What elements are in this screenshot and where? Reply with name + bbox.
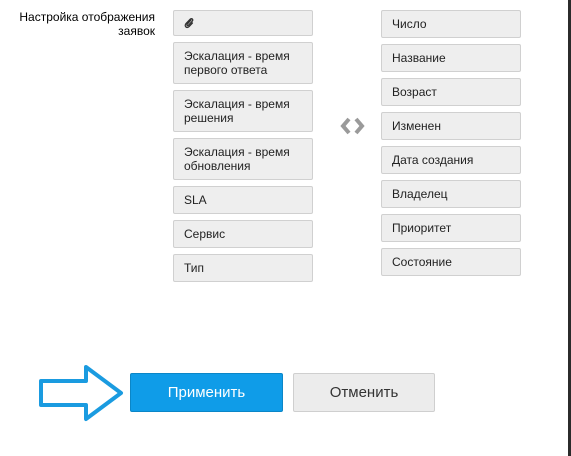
selected-column-state[interactable]: Состояние <box>381 248 521 276</box>
apply-button[interactable]: Применить <box>130 373 283 412</box>
available-column-type[interactable]: Тип <box>173 254 313 282</box>
selected-column-number[interactable]: Число <box>381 10 521 38</box>
pointer-arrow-icon <box>39 365 123 421</box>
available-column-escalation-solution[interactable]: Эскалация - время решения <box>173 90 313 132</box>
available-column-escalation-update[interactable]: Эскалация - время обновления <box>173 138 313 180</box>
selected-column-owner[interactable]: Владелец <box>381 180 521 208</box>
swap-arrows-icon <box>340 117 365 135</box>
settings-label: Настройка отображения заявок <box>19 10 155 38</box>
available-column-escalation-first-response[interactable]: Эскалация - время первого ответа <box>173 42 313 84</box>
selected-column-changed[interactable]: Изменен <box>381 112 521 140</box>
selected-column-priority[interactable]: Приоритет <box>381 214 521 242</box>
paperclip-icon <box>184 17 194 29</box>
selected-column-age[interactable]: Возраст <box>381 78 521 106</box>
available-column-attachment[interactable] <box>173 10 313 36</box>
selected-column-title[interactable]: Название <box>381 44 521 72</box>
available-column-sla[interactable]: SLA <box>173 186 313 214</box>
cancel-button[interactable]: Отменить <box>293 373 435 412</box>
available-column-service[interactable]: Сервис <box>173 220 313 248</box>
available-columns-list: Эскалация - время первого ответа Эскалац… <box>173 10 313 282</box>
selected-columns-list: Число Название Возраст Изменен Дата созд… <box>381 10 521 276</box>
selected-column-created[interactable]: Дата создания <box>381 146 521 174</box>
